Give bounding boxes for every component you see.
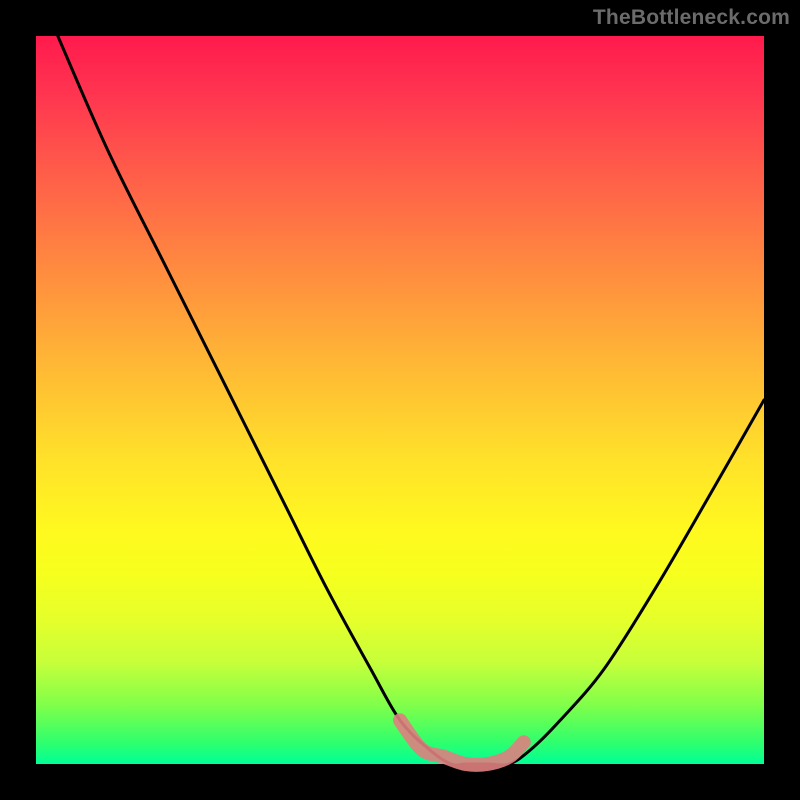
chart-container: TheBottleneck.com [0,0,800,800]
watermark-label: TheBottleneck.com [593,6,790,30]
optimal-region-overlay [400,720,524,765]
bottleneck-curve [58,36,764,765]
plot-area [36,36,764,764]
chart-svg [36,36,764,764]
